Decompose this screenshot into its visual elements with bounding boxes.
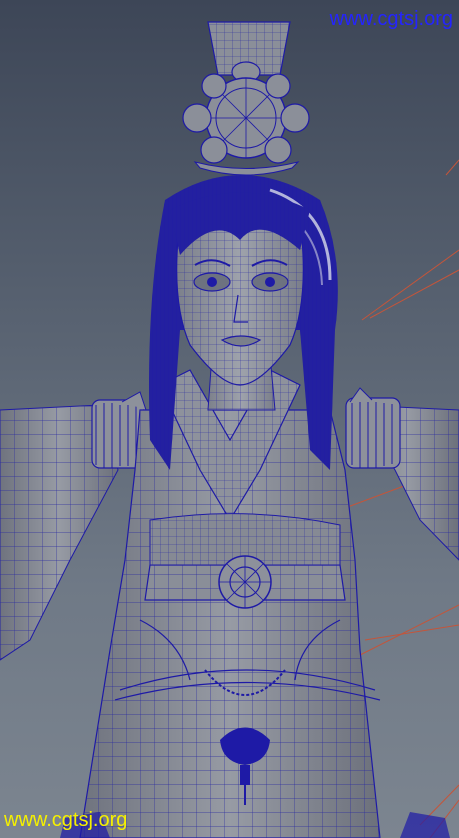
watermark-bottom: www.cgtsj.org: [4, 809, 128, 831]
watermark-top: www.cgtsj.org: [329, 8, 453, 30]
character-wireframe-model[interactable]: [0, 0, 459, 838]
crown-headpiece: [182, 21, 310, 176]
belt: [144, 513, 346, 609]
right-bracelet: [345, 387, 401, 469]
3d-viewport[interactable]: www.cgtsj.org www.cgtsj.org: [0, 0, 459, 838]
